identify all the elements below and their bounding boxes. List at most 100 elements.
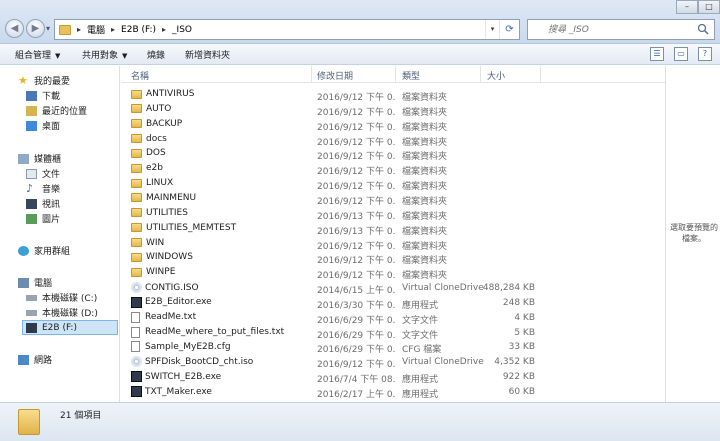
file-name: WIN xyxy=(146,237,165,248)
nav-label: 文件 xyxy=(42,170,61,180)
file-row[interactable]: Sample_MyE2B.cfg 2016/6/29 下午 0... CFG 檔案 3… xyxy=(121,340,665,355)
file-row[interactable]: LINUX 2016/9/12 下午 0... 檔案資料夾 xyxy=(121,177,665,192)
file-row[interactable]: UTILITIES 2016/9/13 下午 0... 檔案資料夾 xyxy=(121,207,665,222)
file-name: docs xyxy=(146,133,167,144)
file-date: 2016/9/12 下午 0... xyxy=(317,137,395,148)
nav-music[interactable]: ♪ 音樂 xyxy=(26,181,60,196)
nav-recent[interactable]: 最近的位置 xyxy=(26,103,87,118)
application-icon xyxy=(131,296,142,308)
file-name-cell: AUTO xyxy=(131,104,171,114)
nav-documents[interactable]: 文件 xyxy=(26,166,60,181)
nav-homegroup[interactable]: 家用群組 xyxy=(18,243,70,258)
organize-button[interactable]: 組合管理 ▼ xyxy=(15,48,60,61)
column-type[interactable]: 類型 xyxy=(402,69,420,82)
nav-downloads[interactable]: 下載 xyxy=(26,88,60,103)
file-name-cell: SPFDisk_BootCD_cht.iso xyxy=(131,356,254,368)
column-size[interactable]: 大小 xyxy=(487,69,505,82)
forward-button[interactable]: ▶ xyxy=(26,19,45,38)
nav-drive-c[interactable]: 本機磁碟 (C:) xyxy=(26,290,97,305)
file-type: 檔案資料夾 xyxy=(402,107,448,118)
file-row[interactable]: ANTIVIRUS 2016/9/12 下午 0... 檔案資料夾 xyxy=(121,88,665,103)
file-name: SPFDisk_BootCD_cht.iso xyxy=(145,356,254,367)
file-row[interactable]: DOS 2016/9/12 下午 0... 檔案資料夾 xyxy=(121,147,665,162)
search-input[interactable] xyxy=(528,20,688,39)
folder-icon xyxy=(131,119,142,129)
file-row[interactable]: CONTIG.ISO 2014/6/15 上午 0... Virtual Clone… xyxy=(121,281,665,296)
breadcrumb-arrow-icon[interactable]: ▸ xyxy=(77,25,81,34)
file-name: UTILITIES_MEMTEST xyxy=(146,222,237,233)
column-date[interactable]: 修改日期 xyxy=(317,69,353,82)
burn-button[interactable]: 燒錄 xyxy=(147,48,165,61)
breadcrumb-arrow-icon[interactable]: ▸ xyxy=(162,25,166,34)
file-row[interactable]: e2b 2016/9/12 下午 0... 檔案資料夾 xyxy=(121,162,665,177)
file-row[interactable]: ReadMe_where_to_put_files.txt 2016/6/29 下… xyxy=(121,326,665,341)
new-folder-button[interactable]: 新增資料夾 xyxy=(185,48,230,61)
file-row[interactable]: AUTO 2016/9/12 下午 0... 檔案資料夾 xyxy=(121,103,665,118)
search-box[interactable] xyxy=(527,19,715,40)
item-count: 21 個項目 xyxy=(60,411,102,421)
breadcrumb-drive[interactable]: E2B (F:) xyxy=(121,25,156,35)
file-row[interactable]: E2B_Editor.exe 2016/3/30 下午 0... 應用程式 248 K… xyxy=(121,296,665,311)
refresh-icon[interactable]: ⟳ xyxy=(499,20,519,39)
search-icon[interactable] xyxy=(697,23,709,35)
nav-libraries[interactable]: 媒體櫃 xyxy=(18,151,61,166)
new-folder-label: 新增資料夾 xyxy=(185,51,231,61)
breadcrumb-folder[interactable]: _ISO xyxy=(172,25,192,35)
file-row[interactable]: MAINMENU 2016/9/12 下午 0... 檔案資料夾 xyxy=(121,192,665,207)
file-date: 2016/9/13 下午 0... xyxy=(317,211,395,222)
file-name: DOS xyxy=(146,148,166,159)
nav-network[interactable]: 網路 xyxy=(18,352,52,367)
breadcrumb-arrow-icon[interactable]: ▸ xyxy=(111,25,115,34)
file-size: 4,352 KB xyxy=(494,357,535,368)
file-size: 5 KB xyxy=(514,327,535,338)
file-name: TXT_Maker.exe xyxy=(145,386,212,397)
nav-label: 本機磁碟 (C:) xyxy=(42,294,98,304)
file-date: 2016/9/12 下午 0... xyxy=(317,93,395,103)
download-folder-icon xyxy=(26,90,37,101)
file-date: 2016/9/12 下午 0... xyxy=(317,152,395,163)
file-row[interactable]: WIN 2016/9/12 下午 0... 檔案資料夾 xyxy=(121,237,665,252)
file-row[interactable]: SPFDisk_BootCD_cht.iso 2016/9/12 下午 0... V… xyxy=(121,355,665,370)
file-row[interactable]: ReadMe.txt 2016/6/29 下午 0... 文字文件 4 KB xyxy=(121,311,665,326)
file-date: 2016/9/12 下午 0... xyxy=(317,241,395,252)
nav-videos[interactable]: 視訊 xyxy=(26,196,60,211)
file-row[interactable]: BACKUP 2016/9/12 下午 0... 檔案資料夾 xyxy=(121,118,665,133)
back-button[interactable]: ◀ xyxy=(5,19,24,38)
file-row[interactable]: WINPE 2016/9/12 下午 0... 檔案資料夾 xyxy=(121,266,665,281)
column-name[interactable]: 名稱 xyxy=(131,69,149,82)
address-bar[interactable]: ▸ 電腦 ▸ E2B (F:) ▸ _ISO ▾ ⟳ xyxy=(54,19,520,40)
nav-label: 我的最愛 xyxy=(34,77,71,87)
nav-label: 圖片 xyxy=(42,215,61,225)
minimize-button[interactable]: – xyxy=(676,0,698,14)
nav-drive-f[interactable]: E2B (F:) xyxy=(22,320,118,335)
nav-computer[interactable]: 電腦 xyxy=(18,275,52,290)
star-icon: ★ xyxy=(18,73,28,87)
nav-desktop[interactable]: 桌面 xyxy=(26,118,60,133)
maximize-button[interactable]: □ xyxy=(698,0,720,14)
file-type: 檔案資料夾 xyxy=(402,226,448,237)
command-bar: 組合管理 ▼ 共用對象 ▼ 燒錄 新增資料夾 ☰ ▭ ? xyxy=(0,44,720,65)
address-dropdown-icon[interactable]: ▾ xyxy=(485,20,499,39)
nav-label: 桌面 xyxy=(42,122,61,132)
nav-favorites[interactable]: ★ 我的最愛 xyxy=(18,73,70,88)
nav-drive-d[interactable]: 本機磁碟 (D:) xyxy=(26,305,98,320)
file-row[interactable]: docs 2016/9/12 下午 0... 檔案資料夾 xyxy=(121,133,665,148)
file-name-cell: UTILITIES xyxy=(131,208,188,218)
nav-pictures[interactable]: 圖片 xyxy=(26,211,60,226)
breadcrumb-computer[interactable]: 電腦 xyxy=(87,23,105,36)
libraries-icon xyxy=(18,153,29,164)
help-icon[interactable]: ? xyxy=(698,47,712,61)
preview-pane-icon[interactable]: ▭ xyxy=(674,47,688,61)
file-row[interactable]: UTILITIES_MEMTEST 2016/9/13 下午 0... 檔案資料夾 xyxy=(121,222,665,237)
history-dropdown-icon[interactable]: ▾ xyxy=(46,24,50,33)
file-name-cell: ReadMe_where_to_put_files.txt xyxy=(131,326,284,338)
view-options-icon[interactable]: ☰ xyxy=(650,47,664,61)
file-date: 2016/9/12 下午 0... xyxy=(317,182,395,193)
file-type: 檔案資料夾 xyxy=(402,182,448,193)
nav-label: 視訊 xyxy=(42,200,61,210)
file-row[interactable]: TXT_Maker.exe 2016/2/17 上午 0... 應用程式 60 KB xyxy=(121,385,665,400)
file-row[interactable]: SWITCH_E2B.exe 2016/7/4 下午 08... 應用程式 922 K… xyxy=(121,370,665,385)
file-row[interactable]: WINDOWS 2016/9/12 下午 0... 檔案資料夾 xyxy=(121,251,665,266)
share-button[interactable]: 共用對象 ▼ xyxy=(82,48,127,61)
file-date: 2016/9/12 下午 0... xyxy=(317,122,395,133)
